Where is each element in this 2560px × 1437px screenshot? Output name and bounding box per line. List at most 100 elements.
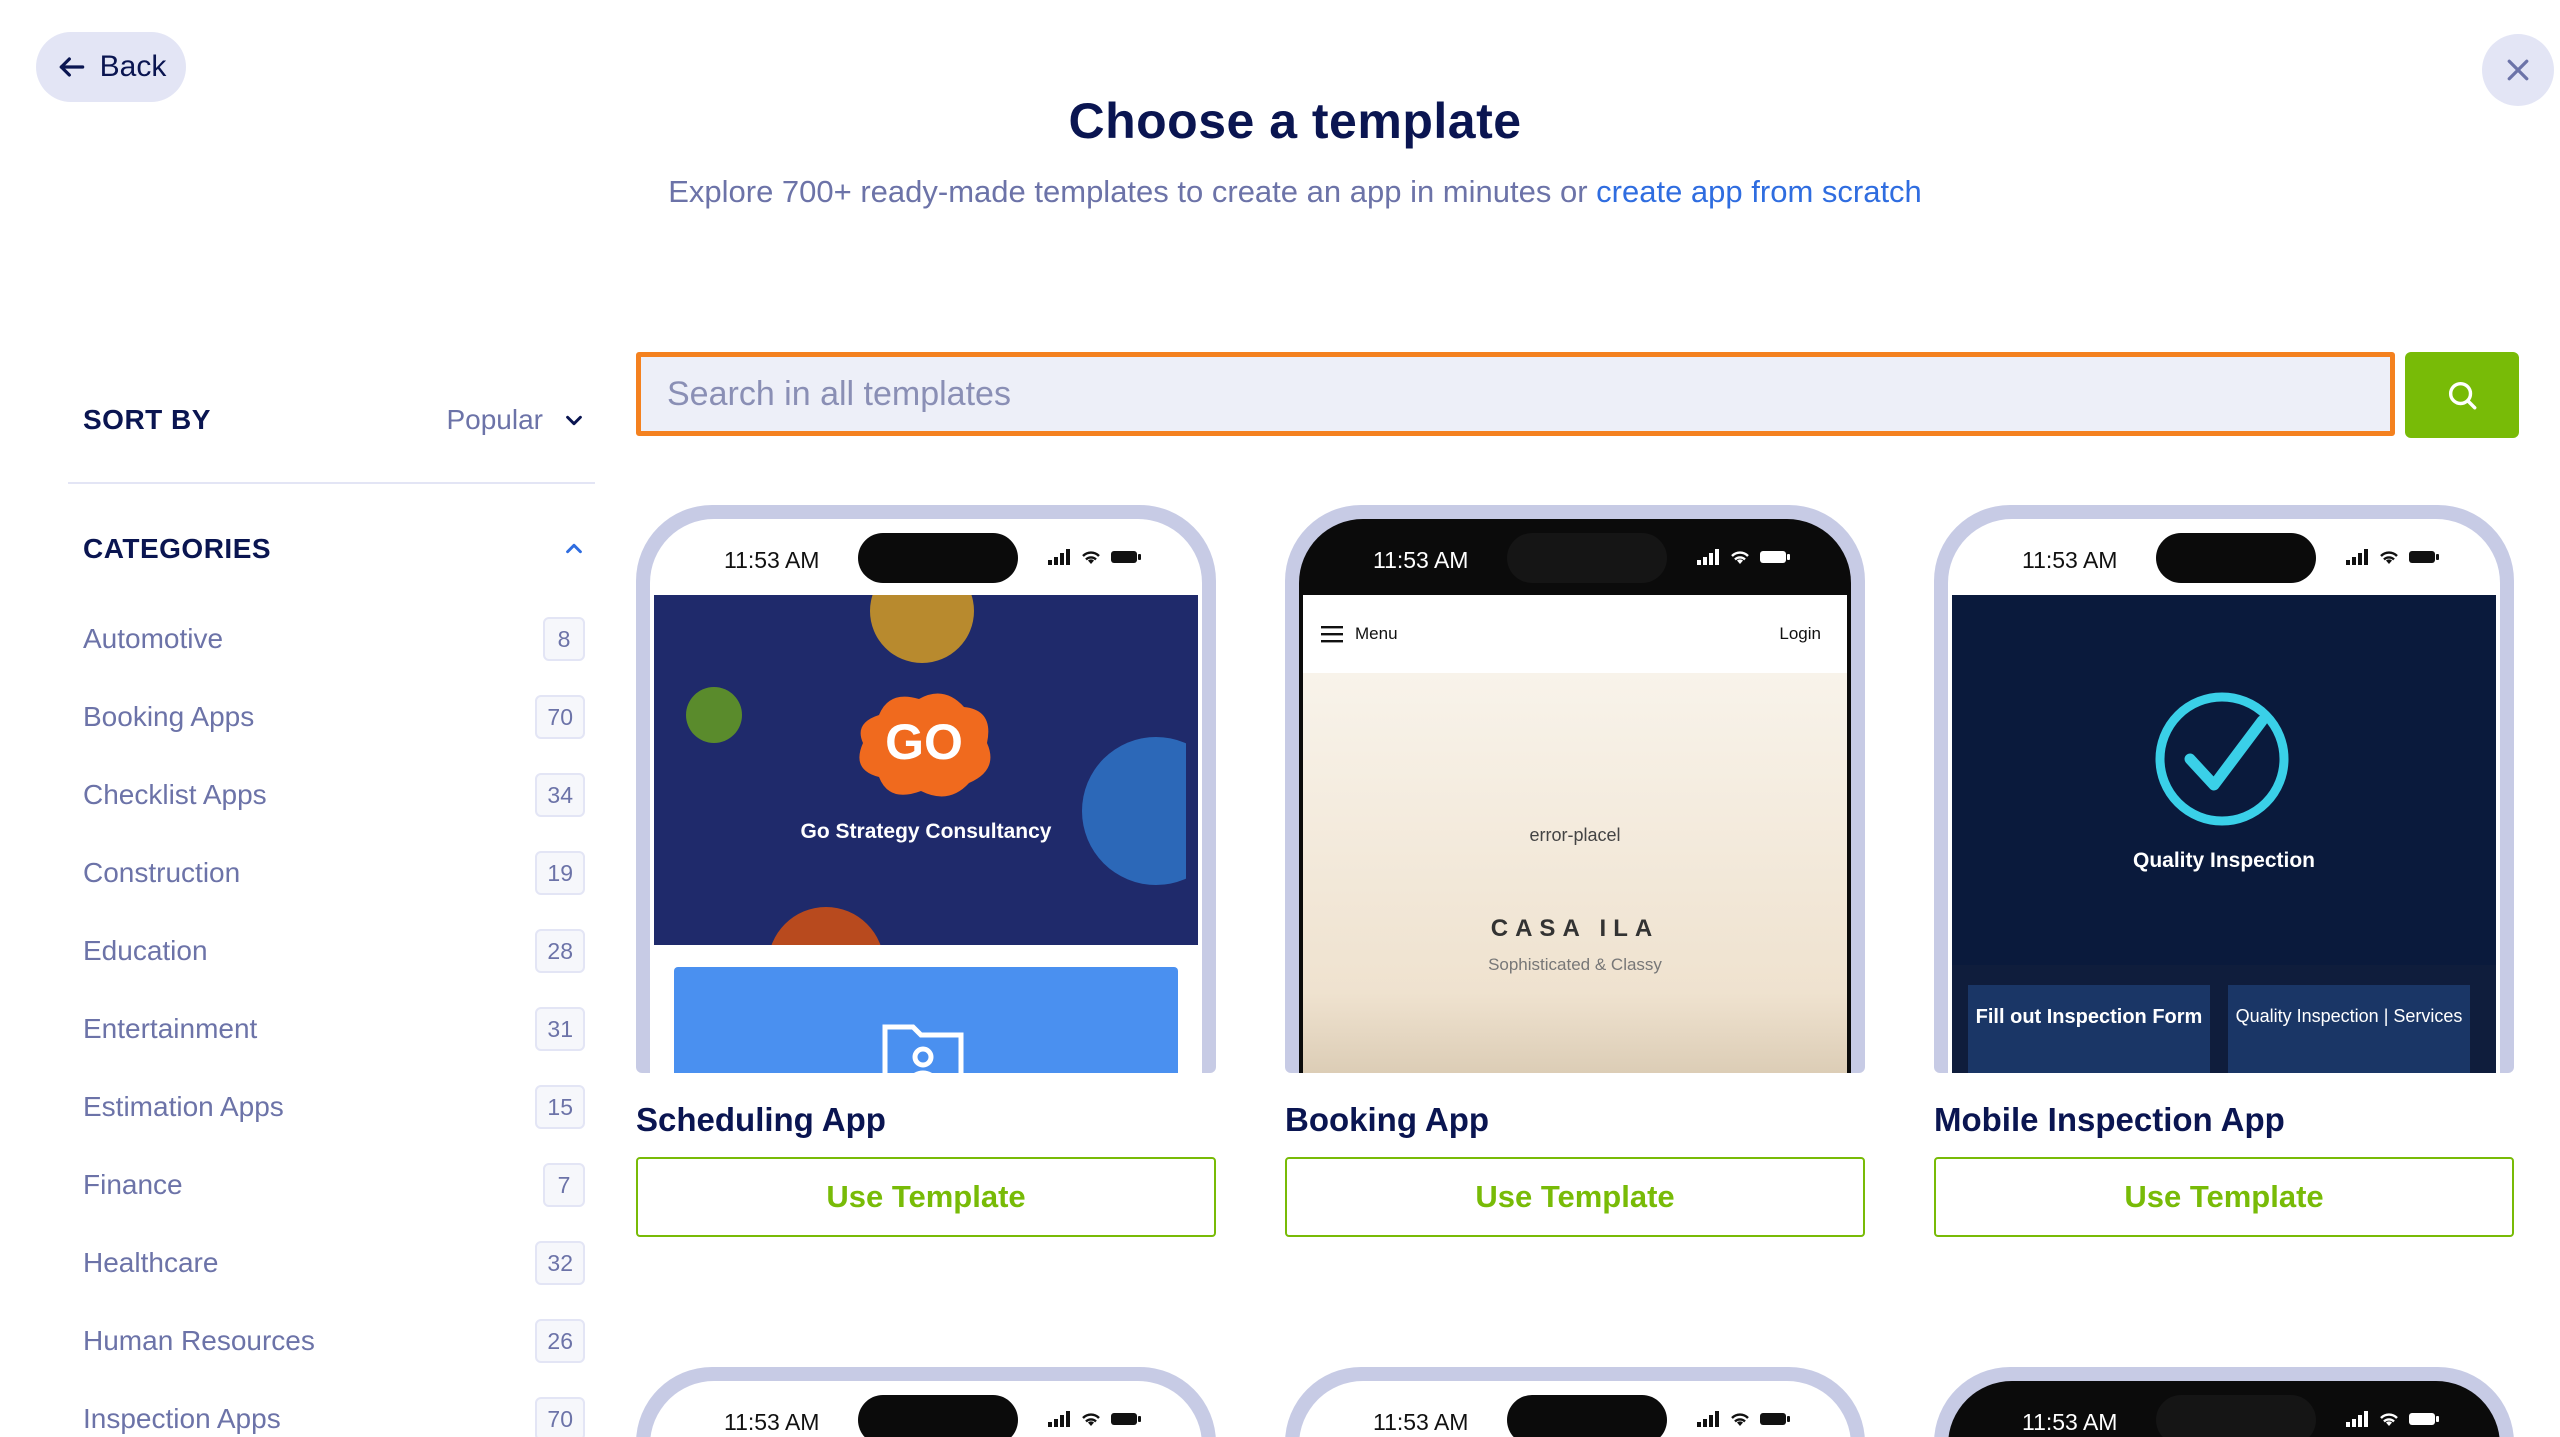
preview-hero (1303, 673, 1847, 1073)
category-label: Education (83, 935, 208, 966)
status-time: 11:53 AM (2022, 1409, 2118, 1435)
template-card-partial[interactable]: 11:53 AM (1285, 1367, 1865, 1437)
signal-icon (1697, 1411, 1719, 1427)
categories-header[interactable]: CATEGORIES (83, 527, 585, 571)
search-button[interactable] (2405, 352, 2519, 438)
use-template-button[interactable]: Use Template (636, 1157, 1216, 1237)
go-logo: GO (859, 693, 991, 797)
use-template-button[interactable]: Use Template (1285, 1157, 1865, 1237)
category-item-education[interactable]: Education 28 (83, 912, 585, 990)
template-preview[interactable]: 11:53 AM (1285, 1367, 1865, 1437)
signal-icon (1697, 549, 1719, 565)
use-template-button[interactable]: Use Template (1934, 1157, 2514, 1237)
template-preview[interactable]: 11:53 AM Quality Inspection Fill out Ins… (1934, 505, 2514, 1073)
status-time: 11:53 AM (1373, 1409, 1469, 1435)
template-preview[interactable]: 11:53 AM (1934, 1367, 2514, 1437)
category-item-finance[interactable]: Finance 7 (83, 1146, 585, 1224)
category-count: 26 (535, 1319, 585, 1363)
wifi-icon (1731, 1413, 1749, 1426)
template-title: Scheduling App (636, 1101, 886, 1138)
category-label: Finance (83, 1169, 183, 1200)
category-count: 19 (535, 851, 585, 895)
preview-tagline: Sophisticated & Classy (1488, 955, 1662, 974)
status-time: 11:53 AM (1373, 547, 1469, 573)
template-card-partial[interactable]: 11:53 AM (1934, 1367, 2514, 1437)
scheduling-app-screen: GO Go Strategy Consultancy (654, 595, 1198, 1073)
category-item-human-resources[interactable]: Human Resources 26 (83, 1302, 585, 1380)
template-card-mobile-inspection-app[interactable]: 11:53 AM Quality Inspection Fill out Ins… (1934, 505, 2514, 1237)
status-time: 11:53 AM (724, 1409, 820, 1435)
category-label: Construction (83, 857, 241, 888)
category-item-checklist-apps[interactable]: Checklist Apps 34 (83, 756, 585, 834)
category-count: 28 (535, 929, 585, 973)
signal-icon (2346, 1411, 2368, 1427)
page-title: Choose a template (1068, 93, 1522, 149)
preview-panel (674, 967, 1178, 1073)
template-preview[interactable]: 11:53 AM (636, 1367, 1216, 1437)
template-preview[interactable]: 11:53 AM Menu Login error-placel CASA IL… (1285, 505, 1865, 1073)
category-item-booking-apps[interactable]: Booking Apps 70 (83, 678, 585, 756)
category-count: 32 (535, 1241, 585, 1285)
preview-title: Go Strategy Consultancy (800, 820, 1052, 843)
preview-menu-label: Menu (1355, 624, 1398, 643)
category-item-construction[interactable]: Construction 19 (83, 834, 585, 912)
search-input[interactable] (667, 357, 2390, 431)
template-preview[interactable]: 11:53 AM GO Go Strategy Consultancy (636, 505, 1216, 1073)
page-subtitle: Explore 700+ ready-made templates to cre… (0, 174, 2560, 210)
category-label: Entertainment (83, 1013, 258, 1044)
status-bar: 11:53 AM (1948, 519, 2500, 595)
sort-by-row: SORT BY Popular (83, 398, 585, 442)
battery-icon (2409, 1413, 2439, 1425)
phone-notch (1507, 1395, 1667, 1437)
status-bar: 11:53 AM (650, 1381, 1202, 1437)
hamburger-icon (1321, 626, 1343, 643)
template-title: Booking App (1285, 1101, 1490, 1138)
status-bar: 11:53 AM (1948, 1381, 2500, 1437)
category-label: Healthcare (83, 1247, 219, 1278)
search-icon (2448, 381, 2477, 410)
category-item-estimation-apps[interactable]: Estimation Apps 15 (83, 1068, 585, 1146)
signal-icon (2346, 549, 2368, 565)
create-from-scratch-link[interactable]: create app from scratch (1596, 174, 1922, 209)
phone-notch (2156, 533, 2316, 583)
status-bar: 11:53 AM (1299, 519, 1851, 595)
battery-icon (1111, 1413, 1141, 1425)
category-count: 15 (535, 1085, 585, 1129)
category-count: 70 (535, 1397, 585, 1437)
wifi-icon (1082, 1413, 1100, 1426)
battery-icon (1111, 551, 1141, 563)
battery-icon (1760, 1413, 1790, 1425)
category-count: 70 (535, 695, 585, 739)
template-card-scheduling-app[interactable]: 11:53 AM GO Go Strategy Consultancy Sche… (636, 505, 1216, 1237)
preview-title: Quality Inspection (2132, 849, 2316, 872)
sort-value: Popular (446, 404, 543, 435)
phone-notch (1507, 533, 1667, 583)
category-count: 8 (543, 617, 585, 661)
category-count: 34 (535, 773, 585, 817)
category-label: Booking Apps (83, 701, 255, 732)
preview-brand: CASA ILA (1490, 915, 1660, 942)
wifi-icon (1082, 551, 1100, 564)
signal-icon (1048, 1411, 1070, 1427)
category-item-inspection-apps[interactable]: Inspection Apps 70 (83, 1380, 585, 1437)
category-item-healthcare[interactable]: Healthcare 32 (83, 1224, 585, 1302)
category-item-entertainment[interactable]: Entertainment 31 (83, 990, 585, 1068)
category-label: Automotive (83, 623, 224, 654)
category-label: Human Resources (83, 1325, 315, 1356)
chevron-up-icon (566, 543, 582, 554)
inspection-app-screen: Quality Inspection Fill out Inspection F… (1952, 595, 2496, 1073)
wifi-icon (2380, 1413, 2398, 1426)
template-card-partial[interactable]: 11:53 AM (636, 1367, 1216, 1437)
category-item-automotive[interactable]: Automotive 8 (83, 600, 585, 678)
booking-app-screen: Menu Login error-placel CASA ILA Sophist… (1303, 595, 1847, 1073)
wifi-icon (2380, 551, 2398, 564)
search-box (636, 352, 2395, 436)
category-label: Inspection Apps (83, 1403, 281, 1434)
category-list: Automotive 8 Booking Apps 70 Checklist A… (83, 617, 585, 1437)
category-label: Estimation Apps (83, 1091, 284, 1122)
folder-user-icon (882, 1024, 964, 1073)
back-label: Back (99, 50, 167, 83)
categories-label: CATEGORIES (83, 533, 272, 564)
sort-select[interactable]: Popular (446, 404, 585, 436)
template-card-booking-app[interactable]: 11:53 AM Menu Login error-placel CASA IL… (1285, 505, 1865, 1237)
